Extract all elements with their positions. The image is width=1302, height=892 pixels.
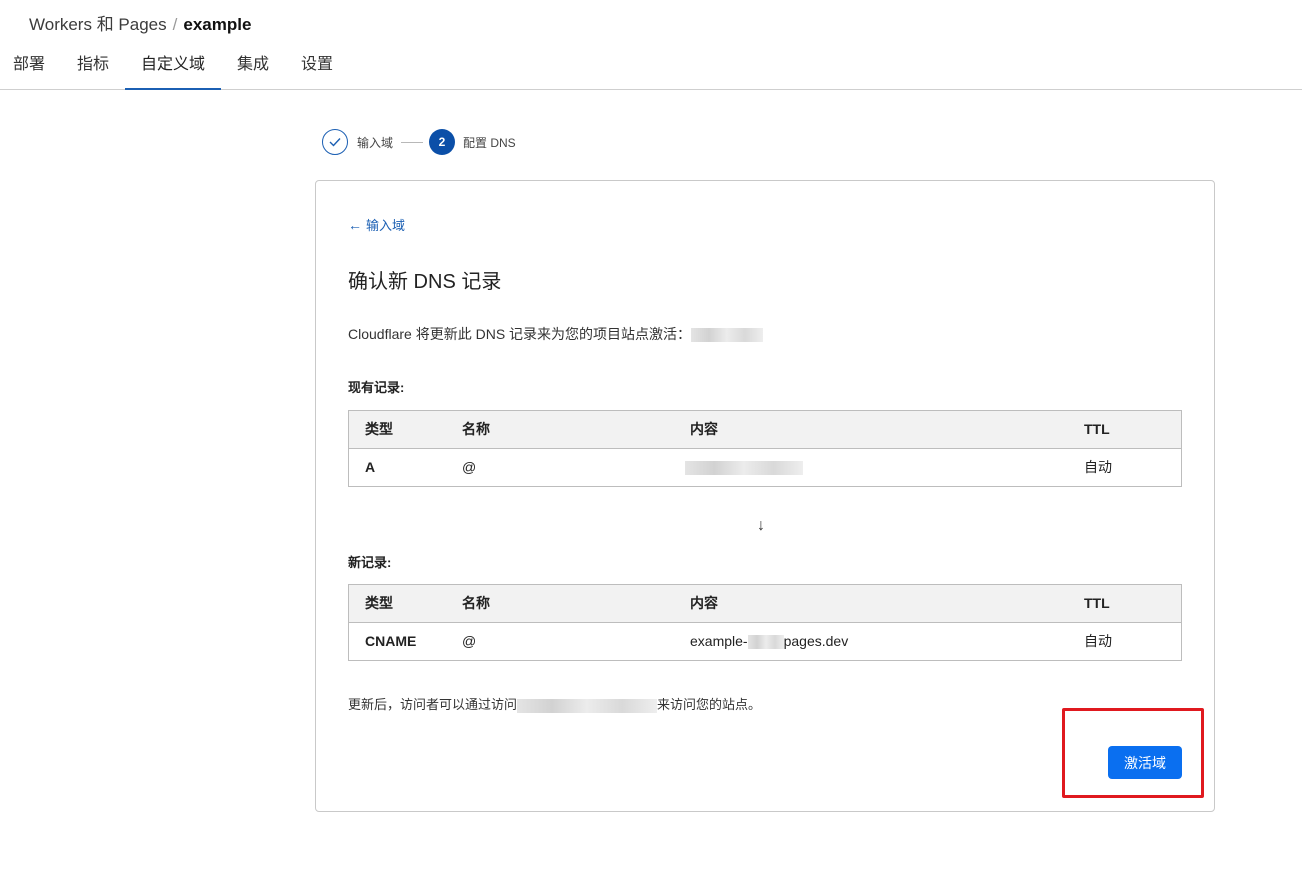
tab-custom-domains[interactable]: 自定义域	[125, 46, 221, 90]
table-header: 类型 名称 内容 TTL	[349, 585, 1181, 623]
header-ttl: TTL	[1084, 595, 1110, 611]
new-records-table: 类型 名称 内容 TTL CNAME @ example-pages.dev 自…	[348, 584, 1182, 661]
header-content: 内容	[690, 421, 718, 437]
record-content-suffix: pages.dev	[783, 633, 849, 649]
breadcrumb-current: example	[183, 15, 252, 34]
tab-settings[interactable]: 设置	[287, 46, 347, 88]
arrow-left-icon: ←	[348, 217, 362, 233]
header-content: 内容	[690, 595, 718, 611]
redacted-domain	[517, 698, 658, 713]
existing-records-table: 类型 名称 内容 TTL A @ 自动	[348, 410, 1182, 487]
table-row: CNAME @ example-pages.dev 自动	[349, 623, 1181, 660]
page: Workers 和 Pages / example 部署 指标 自定义域 集成 设置…	[0, 0, 1302, 892]
record-name: @	[462, 633, 477, 649]
redacted-content	[685, 461, 803, 476]
description-text: Cloudflare 将更新此 DNS 记录来为您的项目站点激活：	[348, 326, 692, 342]
tab-metrics[interactable]: 指标	[63, 46, 123, 88]
back-link-label: 输入域	[366, 218, 406, 233]
footer-suffix: 来访问您的站点。	[657, 697, 762, 712]
record-type: CNAME	[365, 633, 417, 649]
confirm-dns-card: ← 输入域 确认新 DNS 记录 Cloudflare 将更新此 DNS 记录来为…	[315, 180, 1215, 812]
step-2-label: 配置 DNS	[463, 136, 516, 150]
footer-note: 更新后，访问者可以通过访问 来访问您的站点。	[348, 694, 761, 713]
back-link[interactable]: ← 输入域	[348, 215, 405, 234]
description: Cloudflare 将更新此 DNS 记录来为您的项目站点激活：	[348, 324, 764, 344]
card-title: 确认新 DNS 记录	[348, 271, 502, 293]
tab-deployments[interactable]: 部署	[0, 46, 58, 88]
record-ttl: 自动	[1084, 633, 1112, 649]
header-ttl: TTL	[1084, 421, 1110, 437]
tab-integrations[interactable]: 集成	[223, 46, 283, 88]
redacted-domain	[691, 328, 764, 343]
check-icon	[329, 138, 341, 147]
redacted-subdomain	[747, 635, 784, 650]
record-content	[685, 449, 803, 486]
step-1-label: 输入域	[357, 136, 394, 150]
existing-records-label: 现有记录:	[348, 380, 405, 395]
header-name: 名称	[462, 595, 490, 611]
tab-bar: 部署 指标 自定义域 集成 设置	[0, 46, 1302, 90]
record-name: @	[462, 459, 477, 475]
new-records-label: 新记录:	[348, 555, 392, 570]
table-row: A @ 自动	[349, 449, 1181, 486]
arrow-down-icon: ↓	[757, 517, 765, 534]
record-content-prefix: example-	[690, 633, 748, 649]
step-2-number: 2	[429, 129, 455, 155]
table-header: 类型 名称 内容 TTL	[349, 411, 1181, 449]
step-connector	[401, 142, 423, 143]
step-1-complete	[322, 129, 348, 155]
breadcrumb-separator: /	[172, 15, 178, 34]
breadcrumb: Workers 和 Pages / example	[29, 10, 251, 35]
record-type: A	[365, 459, 376, 475]
record-content: example-pages.dev	[690, 623, 848, 660]
activate-domain-button[interactable]: 激活域	[1108, 746, 1182, 779]
footer-prefix: 更新后，访问者可以通过访问	[348, 697, 518, 712]
header-type: 类型	[365, 421, 393, 437]
header-name: 名称	[462, 421, 490, 437]
breadcrumb-parent[interactable]: Workers 和 Pages	[29, 15, 167, 34]
record-ttl: 自动	[1084, 459, 1112, 475]
header-type: 类型	[365, 595, 393, 611]
